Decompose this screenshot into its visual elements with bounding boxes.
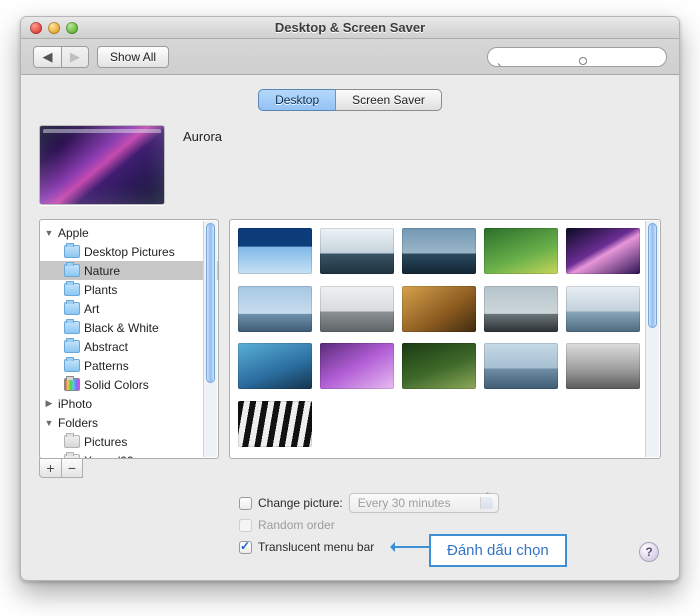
remove-folder-button[interactable]: − — [61, 458, 83, 478]
folder-icon — [64, 454, 80, 458]
folder-icon — [64, 359, 80, 372]
folder-icon — [64, 378, 80, 391]
folder-icon — [64, 321, 80, 334]
tab-screensaver[interactable]: Screen Saver — [335, 89, 442, 111]
change-picture-checkbox[interactable] — [239, 497, 252, 510]
window-title: Desktop & Screen Saver — [21, 20, 679, 35]
annotation-callout: Đánh dấu chọn — [429, 534, 567, 567]
sidebar-item[interactable]: Art — [40, 299, 218, 318]
folder-icon — [64, 302, 80, 315]
source-list[interactable]: ▼AppleDesktop PicturesNaturePlantsArtBla… — [39, 219, 219, 459]
search-input[interactable] — [487, 47, 667, 67]
wallpaper-thumbnail[interactable] — [566, 343, 640, 389]
sidebar-group[interactable]: ▼Folders — [40, 413, 218, 432]
wallpaper-thumbnail[interactable] — [402, 228, 476, 274]
toolbar: ◀ ▶ Show All — [21, 39, 679, 75]
wallpaper-thumbnail[interactable] — [402, 343, 476, 389]
sidebar-item[interactable]: Desktop Pictures — [40, 242, 218, 261]
back-button[interactable]: ◀ — [33, 46, 61, 68]
add-folder-button[interactable]: + — [39, 458, 61, 478]
sidebar-item[interactable]: Black & White — [40, 318, 218, 337]
change-picture-label: Change picture: — [258, 496, 343, 510]
folder-icon — [64, 340, 80, 353]
sidebar-item[interactable]: Patterns — [40, 356, 218, 375]
wallpaper-thumbnail[interactable] — [238, 286, 312, 332]
wallpaper-preview — [39, 125, 165, 205]
sidebar-item[interactable]: Solid Colors — [40, 375, 218, 394]
wallpaper-thumbnail[interactable] — [566, 228, 640, 274]
wallpaper-thumbnail[interactable] — [238, 401, 312, 447]
grid-scrollbar[interactable] — [645, 221, 659, 457]
tab-desktop[interactable]: Desktop — [258, 89, 335, 111]
sidebar-item[interactable]: Abstract — [40, 337, 218, 356]
sidebar-item[interactable]: Plants — [40, 280, 218, 299]
wallpaper-thumbnail[interactable] — [320, 228, 394, 274]
folder-icon — [64, 435, 80, 448]
wallpaper-thumbnail[interactable] — [320, 343, 394, 389]
random-order-checkbox — [239, 519, 252, 532]
random-order-label: Random order — [258, 518, 335, 532]
forward-button: ▶ — [61, 46, 89, 68]
wallpaper-thumbnail[interactable] — [484, 228, 558, 274]
wallpaper-thumbnail[interactable] — [566, 286, 640, 332]
wallpaper-thumbnail[interactable] — [484, 286, 558, 332]
wallpaper-thumbnail[interactable] — [320, 286, 394, 332]
show-all-button[interactable]: Show All — [97, 46, 169, 68]
titlebar: Desktop & Screen Saver — [21, 17, 679, 39]
folder-icon — [64, 264, 80, 277]
folder-icon — [64, 245, 80, 258]
sidebar-group[interactable]: ▼Apple — [40, 223, 218, 242]
sidebar-item[interactable]: Nature — [40, 261, 218, 280]
sidebar-item[interactable]: Xmas '09 — [40, 451, 218, 458]
preferences-window: Desktop & Screen Saver ◀ ▶ Show All Desk… — [20, 16, 680, 581]
folder-icon — [64, 283, 80, 296]
translucent-menubar-checkbox[interactable] — [239, 541, 252, 554]
interval-popup[interactable]: Every 30 minutes — [349, 493, 499, 513]
sidebar-item[interactable]: Pictures — [40, 432, 218, 451]
sidebar-group[interactable]: ▶iPhoto — [40, 394, 218, 413]
wallpaper-thumbnail[interactable] — [238, 228, 312, 274]
wallpaper-thumbnail[interactable] — [402, 286, 476, 332]
wallpaper-thumbnail[interactable] — [238, 343, 312, 389]
wallpaper-name: Aurora — [183, 125, 222, 144]
content: Desktop Screen Saver Aurora ▼AppleDeskto… — [21, 75, 679, 580]
thumbnail-grid[interactable] — [229, 219, 661, 459]
wallpaper-thumbnail[interactable] — [484, 343, 558, 389]
sidebar-scrollbar[interactable] — [203, 221, 217, 457]
translucent-menubar-label: Translucent menu bar — [258, 540, 374, 554]
help-button[interactable]: ? — [639, 542, 659, 562]
